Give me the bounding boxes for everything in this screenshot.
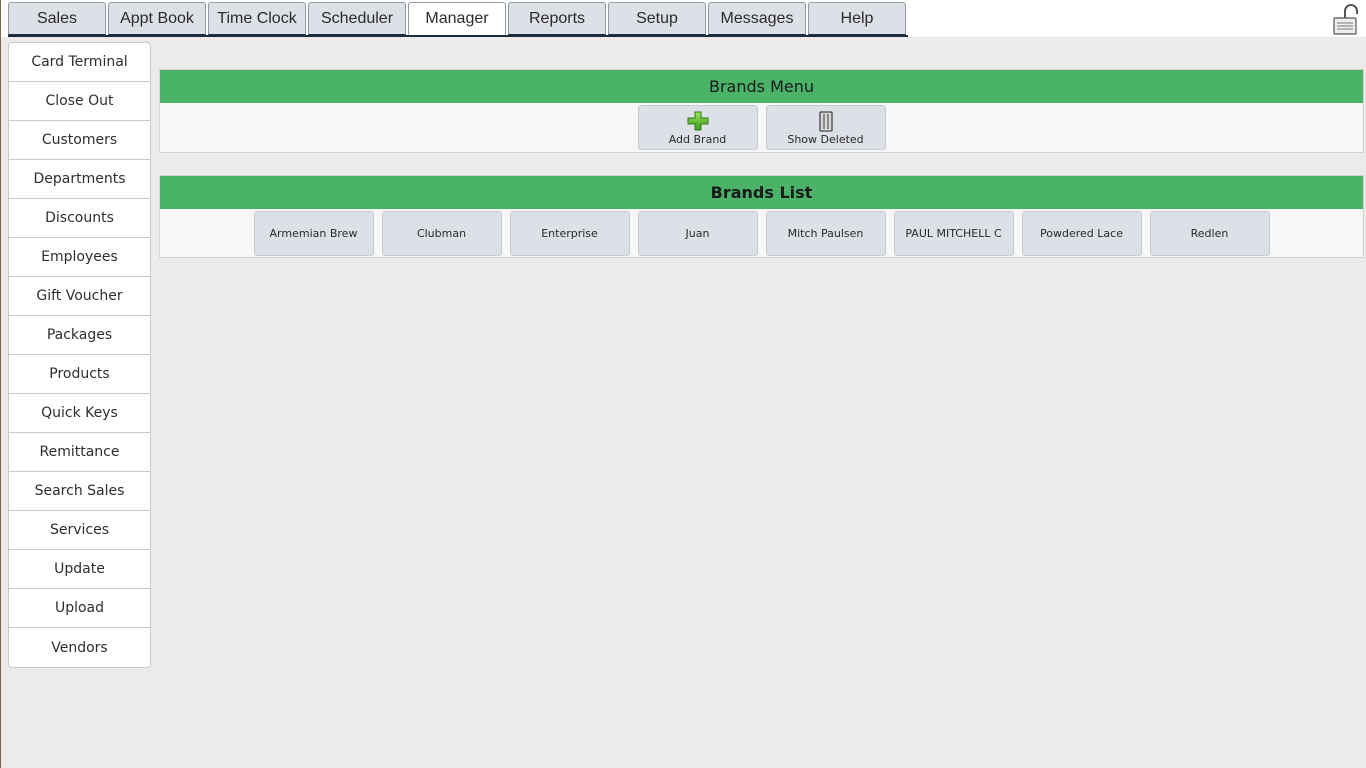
brands-menu-actions: Add Brand Show Deleted [160,103,1363,152]
brand-button[interactable]: Redlen [1149,210,1270,256]
sidebar-item-discounts[interactable]: Discounts [9,199,150,238]
add-brand-button[interactable]: Add Brand [637,105,758,150]
brands-menu-panel: Brands Menu Add Brand Show Deleted [159,69,1364,153]
sidebar-item-quick-keys[interactable]: Quick Keys [9,394,150,433]
brand-button[interactable]: Clubman [381,210,502,256]
tab-manager[interactable]: Manager [408,2,506,35]
tab-sales[interactable]: Sales [8,2,106,35]
sidebar-item-products[interactable]: Products [9,355,150,394]
sidebar-item-gift-voucher[interactable]: Gift Voucher [9,277,150,316]
sidebar-item-packages[interactable]: Packages [9,316,150,355]
brands-list: Armemian Brew Clubman Enterprise Juan Mi… [160,209,1363,257]
tab-reports[interactable]: Reports [508,2,606,35]
sidebar-item-vendors[interactable]: Vendors [9,628,150,667]
green-plus-icon [685,110,711,132]
tab-setup[interactable]: Setup [608,2,706,35]
brands-list-title: Brands List [160,176,1363,209]
tab-help[interactable]: Help [808,2,906,35]
sidebar-item-search-sales[interactable]: Search Sales [9,472,150,511]
sidebar-item-employees[interactable]: Employees [9,238,150,277]
brands-menu-title: Brands Menu [160,70,1363,103]
sidebar-item-departments[interactable]: Departments [9,160,150,199]
main-tabs: Sales Appt Book Time Clock Scheduler Man… [8,2,908,35]
tab-messages[interactable]: Messages [708,2,806,35]
sidebar-item-close-out[interactable]: Close Out [9,82,150,121]
brand-button[interactable]: Powdered Lace [1021,210,1142,256]
brand-button[interactable]: Armemian Brew [253,210,374,256]
unlocked-register-icon[interactable] [1333,4,1359,36]
sidebar-item-update[interactable]: Update [9,550,150,589]
sidebar-item-remittance[interactable]: Remittance [9,433,150,472]
tabs-underline [8,35,908,37]
brand-button[interactable]: PAUL MITCHELL C [893,210,1014,256]
show-deleted-button[interactable]: Show Deleted [765,105,886,150]
brand-button[interactable]: Juan [637,210,758,256]
sidebar-item-upload[interactable]: Upload [9,589,150,628]
app-window: Sales Appt Book Time Clock Scheduler Man… [0,0,1366,768]
tab-scheduler[interactable]: Scheduler [308,2,406,35]
brand-button[interactable]: Enterprise [509,210,630,256]
show-deleted-label: Show Deleted [787,132,864,146]
tab-time-clock[interactable]: Time Clock [208,2,306,35]
brand-button[interactable]: Mitch Paulsen [765,210,886,256]
trash-can-icon [817,110,835,132]
sidebar-item-card-terminal[interactable]: Card Terminal [9,43,150,82]
sidebar-item-customers[interactable]: Customers [9,121,150,160]
top-navigation-bar: Sales Appt Book Time Clock Scheduler Man… [1,0,1366,37]
tab-appt-book[interactable]: Appt Book [108,2,206,35]
manager-sidebar: Card Terminal Close Out Customers Depart… [8,42,151,668]
add-brand-label: Add Brand [668,132,727,146]
sidebar-item-services[interactable]: Services [9,511,150,550]
brands-list-panel: Brands List Armemian Brew Clubman Enterp… [159,175,1364,258]
